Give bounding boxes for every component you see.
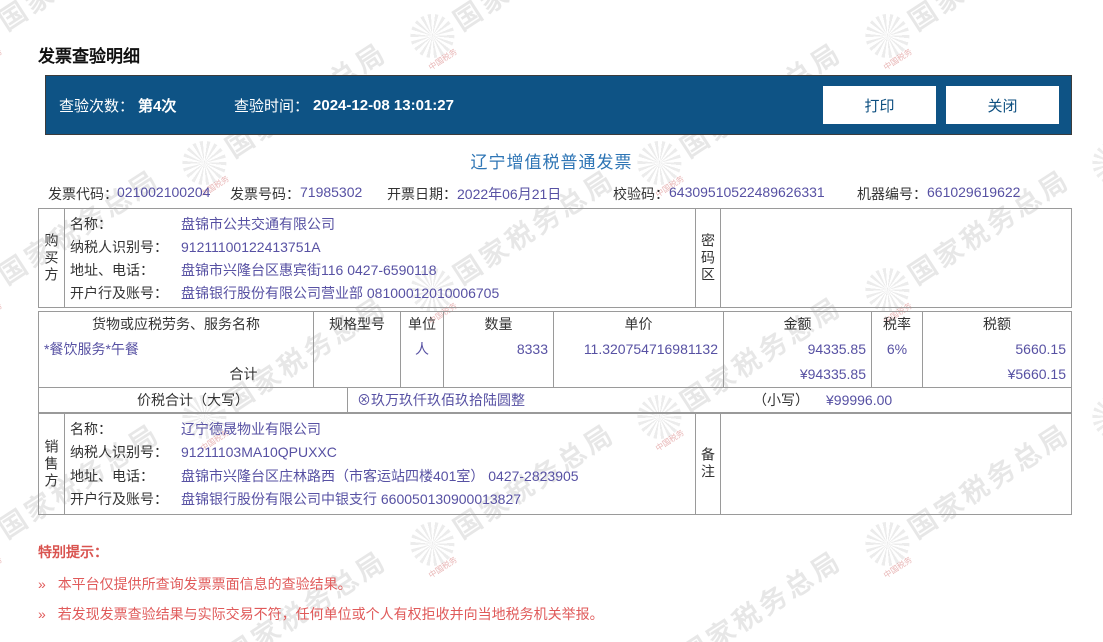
total-rate-empty	[872, 362, 923, 387]
buyer-section: 购买方 名称： 盘锦市公共交通有限公司 纳税人识别号： 912111001224…	[38, 208, 1072, 308]
buyer-rows: 名称： 盘锦市公共交通有限公司 纳税人识别号： 9121110012241375…	[65, 209, 695, 307]
seller-address-value: 盘锦市兴隆台区庄林路西（市客运站四楼401室） 0427-2823905	[181, 467, 579, 484]
check-time-value: 2024-12-08 13:01:27	[313, 96, 454, 114]
issue-date-value: 2022年06月21日	[457, 186, 562, 202]
check-code-label: 校验码：	[613, 186, 669, 202]
buyer-name-row: 名称： 盘锦市公共交通有限公司	[65, 213, 695, 235]
item-qty: 8333	[444, 337, 554, 362]
note-text-2: 若发现发票查验结果与实际交易不符，任何单位或个人有权拒收并向当地税务机关举报。	[57, 606, 604, 622]
col-header-spec: 规格型号	[314, 312, 401, 337]
seller-name-label: 名称：	[70, 420, 112, 437]
machine-number-label: 机器编号：	[857, 186, 927, 202]
total-spec-empty	[314, 362, 401, 387]
note-line-1: » 本平台仅提供所查询发票票面信息的查验结果。	[38, 576, 604, 593]
col-header-name: 货物或应税劳务、服务名称	[39, 312, 314, 337]
seller-taxid-value: 91211103MA10QPUXXC	[181, 444, 337, 461]
check-time-label: 查验时间：	[234, 97, 310, 115]
toolbar: 查验次数： 第4次 查验时间： 2024-12-08 13:01:27 打印 关…	[45, 75, 1072, 135]
note-bullet-icon: »	[38, 576, 46, 592]
print-button[interactable]: 打印	[823, 86, 936, 124]
note-bullet-icon: »	[38, 606, 46, 622]
buyer-taxid-label: 纳税人识别号：	[70, 238, 168, 255]
close-button[interactable]: 关闭	[946, 86, 1059, 124]
col-header-amount: 金额	[724, 312, 872, 337]
check-count-label: 查验次数：	[59, 97, 135, 115]
summary-row: 价税合计（大写） ⊗玖万玖仟玖佰玖拾陆圆整 （小写） ¥99996.00	[38, 387, 1072, 413]
buyer-address-row: 地址、电话： 盘锦市兴隆台区惠宾街116 0427-6590118	[65, 259, 695, 281]
invoice-code-label: 发票代码：	[48, 186, 118, 202]
total-tax: ¥5660.15	[1007, 366, 1066, 382]
items-table: 货物或应税劳务、服务名称 规格型号 单位 数量 单价 金额 税率 税额 *餐饮服…	[38, 311, 1072, 388]
seller-address-row: 地址、电话： 盘锦市兴隆台区庄林路西（市客运站四楼401室） 0427-2823…	[65, 465, 695, 487]
item-amount: 94335.85	[724, 337, 872, 362]
total-price-empty	[554, 362, 724, 387]
total-qty-empty	[444, 362, 554, 387]
item-rate: 6%	[872, 337, 923, 362]
password-area	[721, 209, 1071, 307]
item-name: *餐饮服务*午餐	[39, 337, 314, 362]
col-header-price: 单价	[554, 312, 724, 337]
item-price: 11.320754716981132	[554, 337, 724, 362]
remark-area	[721, 414, 1071, 514]
special-notes: 特别提示： » 本平台仅提供所查询发票票面信息的查验结果。 » 若发现发票查验结…	[38, 542, 604, 636]
total-unit-empty	[401, 362, 444, 387]
col-header-unit: 单位	[401, 312, 444, 337]
password-area-label: 密码区	[695, 209, 721, 307]
buyer-bank-label: 开户行及账号：	[70, 284, 168, 301]
check-time-group: 查验时间： 2024-12-08 13:01:27	[234, 76, 454, 134]
seller-bank-row: 开户行及账号： 盘锦银行股份有限公司中银支行 66005013090001382…	[65, 488, 695, 510]
check-count-group: 查验次数： 第4次	[59, 76, 176, 134]
col-header-qty: 数量	[444, 312, 554, 337]
remark-area-label: 备注	[695, 414, 721, 514]
summary-uppercase-label: 价税合计（大写）	[39, 388, 348, 412]
seller-bank-label: 开户行及账号：	[70, 491, 168, 508]
invoice-verification-page: 中国税务国家税务总局中国税务国家税务总局中国税务国家税务总局中国税务国家税务总局…	[0, 0, 1103, 642]
check-code-value: 64309510522489626331	[669, 184, 825, 200]
invoice-number-value: 71985302	[300, 184, 363, 200]
buyer-name-label: 名称：	[70, 215, 112, 232]
buyer-address-value: 盘锦市兴隆台区惠宾街116 0427-6590118	[181, 261, 437, 278]
summary-uppercase-value: ⊗玖万玖仟玖佰玖拾陆圆整	[357, 392, 525, 408]
total-label: 合计	[39, 362, 314, 387]
note-text-1: 本平台仅提供所查询发票票面信息的查验结果。	[57, 576, 352, 592]
notes-title: 特别提示：	[38, 544, 108, 560]
item-spec	[314, 337, 401, 362]
buyer-taxid-value: 91211100122413751A	[181, 238, 321, 255]
invoice-info-row: 发票代码： 021002100204 发票号码： 71985302 开票日期： …	[0, 184, 1103, 204]
item-tax: 5660.15	[1015, 341, 1066, 357]
seller-side-label: 销售方	[39, 414, 65, 514]
seller-name-value: 辽宁德晟物业有限公司	[181, 420, 321, 437]
buyer-name-value: 盘锦市公共交通有限公司	[181, 215, 335, 232]
buyer-address-label: 地址、电话：	[70, 261, 154, 278]
buyer-taxid-row: 纳税人识别号： 91211100122413751A	[65, 236, 695, 258]
check-count-value: 第4次	[138, 97, 177, 115]
invoice-title: 辽宁增值税普通发票	[470, 153, 633, 172]
seller-taxid-label: 纳税人识别号：	[70, 444, 168, 461]
buyer-bank-value: 盘锦银行股份有限公司营业部 08100012010006705	[181, 284, 500, 301]
page-title: 发票查验明细	[38, 47, 140, 66]
machine-number-value: 661029619622	[927, 184, 1021, 200]
buyer-side-label: 购买方	[39, 209, 65, 307]
buyer-bank-row: 开户行及账号： 盘锦银行股份有限公司营业部 08100012010006705	[65, 282, 695, 304]
invoice-number-label: 发票号码：	[230, 186, 300, 202]
seller-rows: 名称： 辽宁德晟物业有限公司 纳税人识别号： 91211103MA10QPUXX…	[65, 414, 695, 514]
item-unit: 人	[401, 337, 444, 362]
col-header-tax: 税额	[983, 316, 1011, 332]
seller-address-label: 地址、电话：	[70, 467, 154, 484]
seller-taxid-row: 纳税人识别号： 91211103MA10QPUXXC	[65, 441, 695, 463]
summary-lowercase-label: （小写）	[753, 392, 809, 408]
summary-lowercase-value: ¥99996.00	[826, 392, 893, 408]
seller-bank-value: 盘锦银行股份有限公司中银支行 660050130900013827	[181, 491, 522, 508]
total-amount: ¥94335.85	[724, 362, 872, 387]
issue-date-label: 开票日期：	[387, 186, 457, 202]
seller-name-row: 名称： 辽宁德晟物业有限公司	[65, 418, 695, 440]
summary-values: ⊗玖万玖仟玖佰玖拾陆圆整 （小写） ¥99996.00	[348, 388, 1071, 412]
invoice-code-value: 021002100204	[117, 184, 211, 200]
col-header-rate: 税率	[872, 312, 923, 337]
seller-section: 销售方 名称： 辽宁德晟物业有限公司 纳税人识别号： 91211103MA10Q…	[38, 413, 1072, 515]
note-line-2: » 若发现发票查验结果与实际交易不符，任何单位或个人有权拒收并向当地税务机关举报…	[38, 606, 604, 623]
